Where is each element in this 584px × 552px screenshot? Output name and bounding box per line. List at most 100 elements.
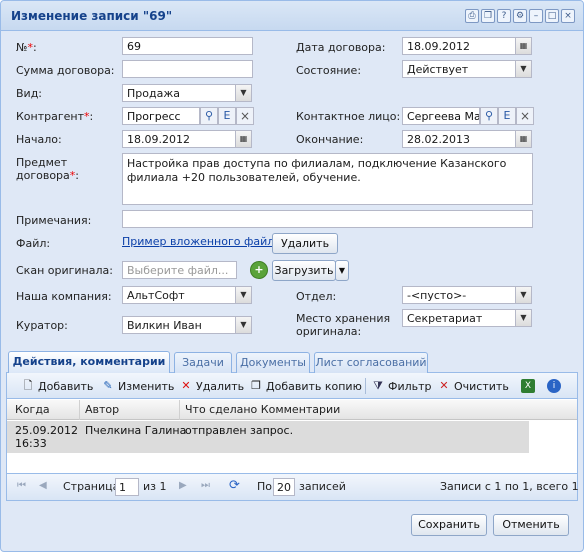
add-file-icon[interactable]: +	[250, 261, 268, 279]
help-icon[interactable]: ?	[497, 9, 511, 23]
end-date-field[interactable]: 28.02.2013 ▦	[402, 130, 533, 148]
last-page-icon[interactable]: ⏭	[201, 480, 210, 491]
calendar-icon[interactable]: ▦	[515, 37, 532, 55]
window-title: Изменение записи "69"	[11, 9, 173, 23]
amount-field[interactable]	[122, 60, 253, 78]
records-info: Записи с 1 по 1, всего 1	[440, 480, 579, 493]
minimize-icon[interactable]: –	[529, 9, 543, 23]
notes-field[interactable]	[122, 210, 533, 228]
tab-approval-sheet[interactable]: Лист согласований	[314, 352, 428, 373]
save-button[interactable]: Сохранить	[411, 514, 487, 536]
clear-icon[interactable]: ×	[516, 107, 534, 125]
edit-icon: ✎	[103, 379, 113, 392]
gear-icon[interactable]: ⚙	[513, 9, 527, 23]
grid-pager: ⏮ ◀ Страница 1 из 1 ▶ ⏭ ⟳ По 20 записей …	[7, 473, 579, 500]
contract-date-label: Дата договора:	[296, 41, 386, 54]
refresh-icon[interactable]: ⟳	[229, 478, 240, 493]
print-icon[interactable]: ⎙	[465, 9, 479, 23]
export-excel-button[interactable]: X	[521, 377, 535, 395]
chevron-down-icon[interactable]: ▼	[515, 286, 532, 304]
add-copy-button[interactable]: ❐ Добавить копию	[249, 377, 362, 395]
cancel-button[interactable]: Отменить	[493, 514, 569, 536]
scan-file-input[interactable]: Выберите файл...	[122, 261, 237, 279]
prev-page-icon[interactable]: ◀	[39, 480, 47, 491]
start-date-field[interactable]: 18.09.2012 ▦	[122, 130, 253, 148]
delete-button[interactable]: ✕ Удалить	[179, 377, 244, 395]
next-page-icon[interactable]: ▶	[179, 480, 187, 491]
notes-label: Примечания:	[16, 214, 92, 227]
copy-icon: ❐	[251, 379, 261, 392]
tab-documents[interactable]: Документы	[236, 352, 310, 373]
maximize-icon[interactable]: □	[545, 9, 559, 23]
number-label: №*:	[16, 41, 37, 54]
edit-record-window: Изменение записи "69" ⎙ ❐ ? ⚙ – □ × №*: …	[0, 0, 584, 552]
chevron-down-icon[interactable]: ▼	[515, 60, 532, 78]
attached-file-link[interactable]: Пример вложенного файл~.do	[122, 235, 274, 248]
chevron-down-icon[interactable]: ▼	[235, 286, 252, 304]
counterparty-field[interactable]: Прогресс	[122, 107, 200, 125]
filter-button[interactable]: ⧩ Фильтр	[371, 377, 431, 395]
info-button[interactable]: i	[547, 377, 561, 395]
state-label: Состояние:	[296, 64, 362, 77]
upload-button[interactable]: Загрузить	[272, 260, 336, 281]
state-select[interactable]: Действует ▼	[402, 60, 533, 78]
storage-select[interactable]: Секретариат ▼	[402, 309, 533, 327]
column-when[interactable]: Когда	[15, 403, 50, 416]
table-row[interactable]: 25.09.2012 16:33 Пчелкина Галина отправле…	[7, 421, 529, 453]
department-select[interactable]: -<пусто>- ▼	[402, 286, 533, 304]
calendar-icon[interactable]: ▦	[515, 130, 532, 148]
page-input[interactable]: 1	[115, 478, 139, 496]
upload-menu-chevron-icon[interactable]: ▼	[335, 260, 349, 281]
curator-label: Куратор:	[16, 319, 68, 332]
cell-author: Пчелкина Галина	[85, 424, 187, 437]
contact-field[interactable]: Сергеева Мар	[402, 107, 480, 125]
end-label: Окончание:	[296, 133, 364, 146]
chevron-down-icon[interactable]: ▼	[235, 84, 252, 102]
department-label: Отдел:	[296, 290, 337, 303]
delete-file-button[interactable]: Удалить	[272, 233, 338, 254]
clear-icon[interactable]: ×	[236, 107, 254, 125]
calendar-icon[interactable]: ▦	[235, 130, 252, 148]
number-field[interactable]: 69	[122, 37, 253, 55]
toolbar-divider	[365, 378, 366, 394]
kind-select[interactable]: Продажа ▼	[122, 84, 253, 102]
delete-icon: ✕	[181, 379, 191, 392]
per-page-suffix: записей	[299, 480, 346, 493]
chevron-down-icon[interactable]: ▼	[235, 316, 252, 334]
contract-date-field[interactable]: 18.09.2012 ▦	[402, 37, 533, 55]
search-icon[interactable]: ⚲	[480, 107, 498, 125]
column-author[interactable]: Автор	[85, 403, 119, 416]
column-what[interactable]: Что сделано Комментарии	[185, 403, 340, 416]
copy-icon[interactable]: ❐	[481, 9, 495, 23]
edit-icon[interactable]: E	[218, 107, 236, 125]
filter-icon: ⧩	[373, 379, 383, 392]
kind-label: Вид:	[16, 87, 43, 100]
company-select[interactable]: АльтСофт ▼	[122, 286, 253, 304]
clear-filter-icon: ✕	[439, 379, 449, 392]
file-label: Файл:	[16, 237, 51, 250]
edit-button[interactable]: ✎ Изменить	[101, 377, 174, 395]
close-icon[interactable]: ×	[561, 9, 575, 23]
tab-tasks[interactable]: Задачи	[174, 352, 232, 373]
tab-actions-comments[interactable]: Действия, комментарии	[8, 351, 170, 373]
subject-textarea[interactable]: Настройка прав доступа по филиалам, подк…	[122, 153, 533, 205]
window-titlebar[interactable]: Изменение записи "69" ⎙ ❐ ? ⚙ – □ ×	[1, 1, 583, 31]
add-button[interactable]: 🗋 Добавить	[21, 377, 94, 395]
page-total: из 1	[143, 480, 167, 493]
edit-icon[interactable]: E	[498, 107, 516, 125]
first-page-icon[interactable]: ⏮	[17, 480, 26, 491]
info-icon: i	[547, 379, 561, 393]
clear-button[interactable]: ✕ Очистить	[437, 377, 508, 395]
search-icon[interactable]: ⚲	[200, 107, 218, 125]
per-page-input[interactable]: 20	[273, 478, 295, 496]
chevron-down-icon[interactable]: ▼	[515, 309, 532, 327]
page-label: Страница	[63, 480, 120, 493]
tab-bar: Действия, комментарии Задачи Документы Л…	[6, 349, 578, 373]
curator-select[interactable]: Вилкин Иван ▼	[122, 316, 253, 334]
actions-panel: 🗋 Добавить ✎ Изменить ✕ Удалить ❐ Добавить к…	[6, 373, 579, 501]
subject-label: Предмет договора*:	[16, 156, 79, 182]
document-icon: 🗋	[23, 379, 33, 392]
per-page-label: По	[257, 480, 273, 493]
company-label: Наша компания:	[16, 290, 112, 303]
excel-icon: X	[521, 379, 535, 393]
